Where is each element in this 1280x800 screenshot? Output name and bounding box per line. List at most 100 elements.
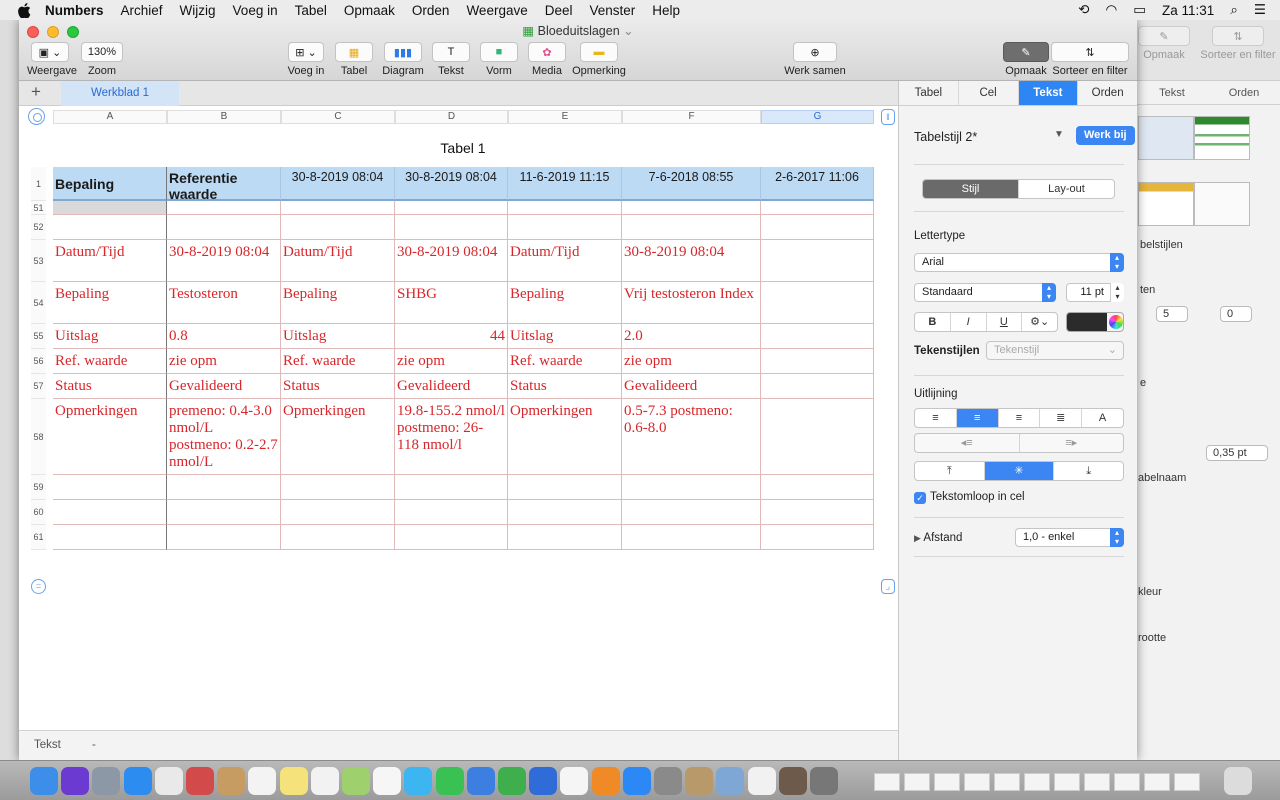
font-size-field[interactable]: 11 pt ▴ ▾ — [1066, 283, 1124, 302]
table-cell[interactable]: Ref. waarde — [281, 349, 395, 374]
update-style-button[interactable]: Werk bij — [1076, 126, 1135, 145]
table-cell[interactable]: Opmerkingen — [53, 399, 167, 475]
table-cell[interactable] — [53, 201, 167, 215]
subtab-layout[interactable]: Lay-out — [1019, 180, 1114, 198]
table-cell[interactable]: Ref. waarde — [53, 349, 167, 374]
document-thumbnail-icon[interactable] — [1144, 773, 1170, 791]
keynote-icon[interactable] — [466, 767, 495, 795]
table-cell[interactable] — [622, 525, 761, 550]
increase-indent-icon[interactable]: ≡▸ — [1020, 434, 1124, 452]
sort-filter-button[interactable]: ⇅ Sorteer en filter — [1051, 42, 1129, 78]
table-cell[interactable]: Gevalideerd — [167, 374, 281, 399]
document-thumbnail-icon[interactable] — [1084, 773, 1110, 791]
row-header[interactable]: 60 — [31, 500, 46, 525]
column-header-d[interactable]: D — [395, 110, 508, 124]
menu-orden[interactable]: Orden — [412, 3, 450, 18]
column-header-b[interactable]: B — [167, 110, 281, 124]
calendar-icon[interactable] — [248, 767, 277, 795]
siri-icon[interactable] — [61, 767, 90, 795]
document-thumbnail-icon[interactable] — [934, 773, 960, 791]
table-cell[interactable]: SHBG — [395, 282, 508, 324]
table-cell[interactable] — [761, 349, 874, 374]
table-cell[interactable] — [53, 475, 167, 500]
table-cell[interactable]: 30-8-2019 08:04 — [622, 240, 761, 282]
character-style-select[interactable]: Tekenstijl ⌄ — [986, 341, 1124, 360]
table-cell[interactable] — [53, 525, 167, 550]
table-cell[interactable]: Uitslag — [53, 324, 167, 349]
chart-button[interactable]: ▮▮▮ Diagram — [381, 42, 425, 78]
spacing-select[interactable]: 1,0 - enkel ▴ ▾ — [1015, 528, 1124, 547]
menu-tabel[interactable]: Tabel — [295, 3, 327, 18]
table-cell[interactable]: Opmerkingen — [508, 399, 622, 475]
row-header[interactable]: 54 — [31, 282, 46, 324]
chrome-icon[interactable] — [154, 767, 183, 795]
table-cell[interactable] — [167, 201, 281, 215]
table-cell[interactable]: 0.8 — [167, 324, 281, 349]
table-cell[interactable]: Bepaling — [508, 282, 622, 324]
table-header-cell[interactable]: Referentie waarde — [167, 167, 281, 201]
table-cell[interactable] — [508, 475, 622, 500]
keynote-presentation-icon[interactable] — [529, 767, 558, 795]
add-row-handle[interactable]: = — [31, 579, 46, 594]
table-cell[interactable] — [167, 500, 281, 525]
menu-archief[interactable]: Archief — [121, 3, 163, 18]
tab-tabel[interactable]: Tabel — [899, 81, 959, 105]
table-cell[interactable] — [508, 500, 622, 525]
table-cell[interactable] — [281, 215, 395, 240]
table-cell[interactable]: Gevalideerd — [395, 374, 508, 399]
color-wheel-icon[interactable] — [1109, 315, 1123, 329]
table-cell[interactable] — [761, 525, 874, 550]
text-color-well[interactable] — [1066, 312, 1124, 332]
image-capture-icon[interactable] — [810, 767, 838, 795]
format-button[interactable]: ✎ Opmaak — [1003, 42, 1049, 78]
media-button[interactable]: ✿ Media — [525, 42, 569, 78]
table-cell[interactable]: Bepaling — [53, 282, 167, 324]
table-cell[interactable] — [761, 475, 874, 500]
table-cell[interactable]: 44 — [395, 324, 508, 349]
chevron-down-icon[interactable]: ▼ — [1054, 129, 1064, 140]
table-cell[interactable] — [395, 500, 508, 525]
collaborate-button[interactable]: ⊕ Werk samen — [783, 42, 847, 78]
document-thumbnail-icon[interactable] — [1024, 773, 1050, 791]
notification-center-icon[interactable]: ☰ — [1254, 2, 1266, 18]
table-cell[interactable]: Ref. waarde — [508, 349, 622, 374]
table-cell[interactable]: Uitslag — [281, 324, 395, 349]
document-thumbnail-icon[interactable] — [1054, 773, 1080, 791]
column-header-a[interactable]: A — [53, 110, 167, 124]
trash-icon[interactable] — [1224, 767, 1252, 795]
photos-app-icon[interactable] — [186, 767, 214, 795]
row-header[interactable]: 51 — [31, 201, 46, 215]
row-header[interactable]: 59 — [31, 475, 46, 500]
paragraph-style-name[interactable]: Tabelstijl 2* — [914, 130, 977, 144]
subtab-stijl[interactable]: Stijl — [923, 180, 1019, 198]
table-cell[interactable]: 30-8-2019 08:04 — [395, 240, 508, 282]
row-header[interactable]: 56 — [31, 349, 46, 374]
table-cell[interactable] — [761, 399, 874, 475]
facetime-icon[interactable] — [435, 767, 464, 795]
align-middle-icon[interactable]: ✳ — [984, 462, 1055, 480]
menu-venster[interactable]: Venster — [590, 3, 636, 18]
column-header-c[interactable]: C — [281, 110, 395, 124]
contacts-icon[interactable] — [217, 767, 246, 795]
table-cell[interactable] — [167, 475, 281, 500]
menu-opmaak[interactable]: Opmaak — [344, 3, 395, 18]
align-left-icon[interactable]: ≡ — [915, 409, 957, 427]
view-button[interactable]: ▣ ⌄ Weergave — [27, 42, 77, 78]
tab-orden[interactable]: Orden — [1078, 81, 1137, 105]
menu-wijzig[interactable]: Wijzig — [180, 3, 216, 18]
utilities-icon[interactable] — [685, 767, 714, 795]
table-cell[interactable]: Datum/Tijd — [53, 240, 167, 282]
table-cell[interactable] — [761, 201, 874, 215]
table-cell[interactable]: Status — [53, 374, 167, 399]
table-header-cell[interactable]: Bepaling — [53, 167, 167, 201]
tab-tekst[interactable]: Tekst — [1018, 81, 1079, 105]
row-header[interactable]: 1 — [31, 167, 46, 201]
table-cell[interactable]: Datum/Tijd — [508, 240, 622, 282]
textedit-icon[interactable] — [747, 767, 776, 795]
safari-icon[interactable] — [123, 767, 152, 795]
align-top-icon[interactable]: ⤒ — [915, 462, 985, 480]
sheet-tab-werkblad-1[interactable]: Werkblad 1 — [61, 81, 179, 106]
table-header-cell[interactable]: 2-6-2017 11:06 — [761, 167, 874, 201]
document-thumbnail-icon[interactable] — [1114, 773, 1140, 791]
bold-button[interactable]: B — [915, 313, 951, 331]
